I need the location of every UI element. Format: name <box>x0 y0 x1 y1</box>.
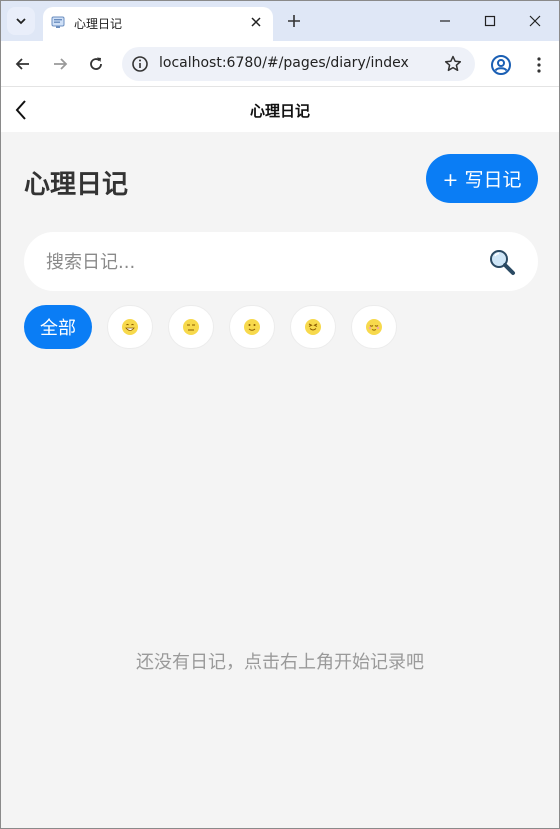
empty-state-message: 还没有日记，点击右上角开始记录吧 <box>136 652 424 673</box>
window-close-button[interactable] <box>515 7 555 35</box>
header-title: 心理日记 <box>249 102 310 120</box>
plus-icon <box>288 15 300 27</box>
minimize-button[interactable] <box>425 7 465 35</box>
slight-smile-face-icon <box>244 319 260 335</box>
back-button[interactable] <box>9 50 37 78</box>
write-diary-button[interactable]: + 写日记 <box>426 154 538 203</box>
browser-window: 心理日记 localhost:6780/#/pages/diary/index … <box>0 0 560 829</box>
search-box <box>24 232 538 291</box>
mood-filter-bar: 全部 <box>24 305 397 350</box>
reload-icon <box>90 57 102 70</box>
grinning-squint-face-icon <box>305 319 321 335</box>
filter-mood-neutral[interactable] <box>168 305 214 349</box>
close-icon <box>529 15 541 27</box>
browser-tab[interactable]: 心理日记 <box>43 7 273 41</box>
minimize-icon <box>440 20 450 22</box>
filter-mood-relieved[interactable] <box>351 305 397 349</box>
page-favicon-icon <box>51 16 65 28</box>
tab-strip: 心理日记 <box>1 1 559 41</box>
forward-button[interactable] <box>46 50 74 78</box>
chevron-down-icon <box>16 18 26 25</box>
arrow-left-icon <box>15 58 29 70</box>
search-icon[interactable] <box>488 248 516 276</box>
reload-button[interactable] <box>82 50 110 78</box>
filter-all-button[interactable]: 全部 <box>24 305 92 349</box>
tab-title: 心理日记 <box>74 17 123 31</box>
search-input[interactable] <box>46 248 466 276</box>
address-bar[interactable]: localhost:6780/#/pages/diary/index <box>122 47 475 81</box>
relieved-face-icon <box>366 319 382 335</box>
more-vertical-icon <box>537 57 541 73</box>
site-info-icon[interactable] <box>130 54 150 74</box>
new-tab-button[interactable] <box>282 9 306 33</box>
tab-search-button[interactable] <box>7 7 35 35</box>
arrow-right-icon <box>54 58 68 70</box>
profile-icon[interactable] <box>489 53 513 77</box>
maximize-button[interactable] <box>470 7 510 35</box>
smiling-face-icon <box>122 319 138 335</box>
page-title: 心理日记 <box>24 170 129 200</box>
app-header: 心理日记 <box>1 87 559 132</box>
neutral-face-icon <box>183 319 199 335</box>
close-tab-button[interactable] <box>247 13 265 31</box>
maximize-icon <box>484 15 496 27</box>
browser-menu-button[interactable] <box>529 53 549 77</box>
filter-mood-happy[interactable] <box>107 305 153 349</box>
browser-toolbar: localhost:6780/#/pages/diary/index <box>1 41 559 87</box>
filter-mood-calm[interactable] <box>229 305 275 349</box>
close-icon <box>251 17 261 27</box>
bookmark-star-icon[interactable] <box>443 54 463 74</box>
url-text[interactable]: localhost:6780/#/pages/diary/index <box>159 55 409 71</box>
filter-mood-grin[interactable] <box>290 305 336 349</box>
